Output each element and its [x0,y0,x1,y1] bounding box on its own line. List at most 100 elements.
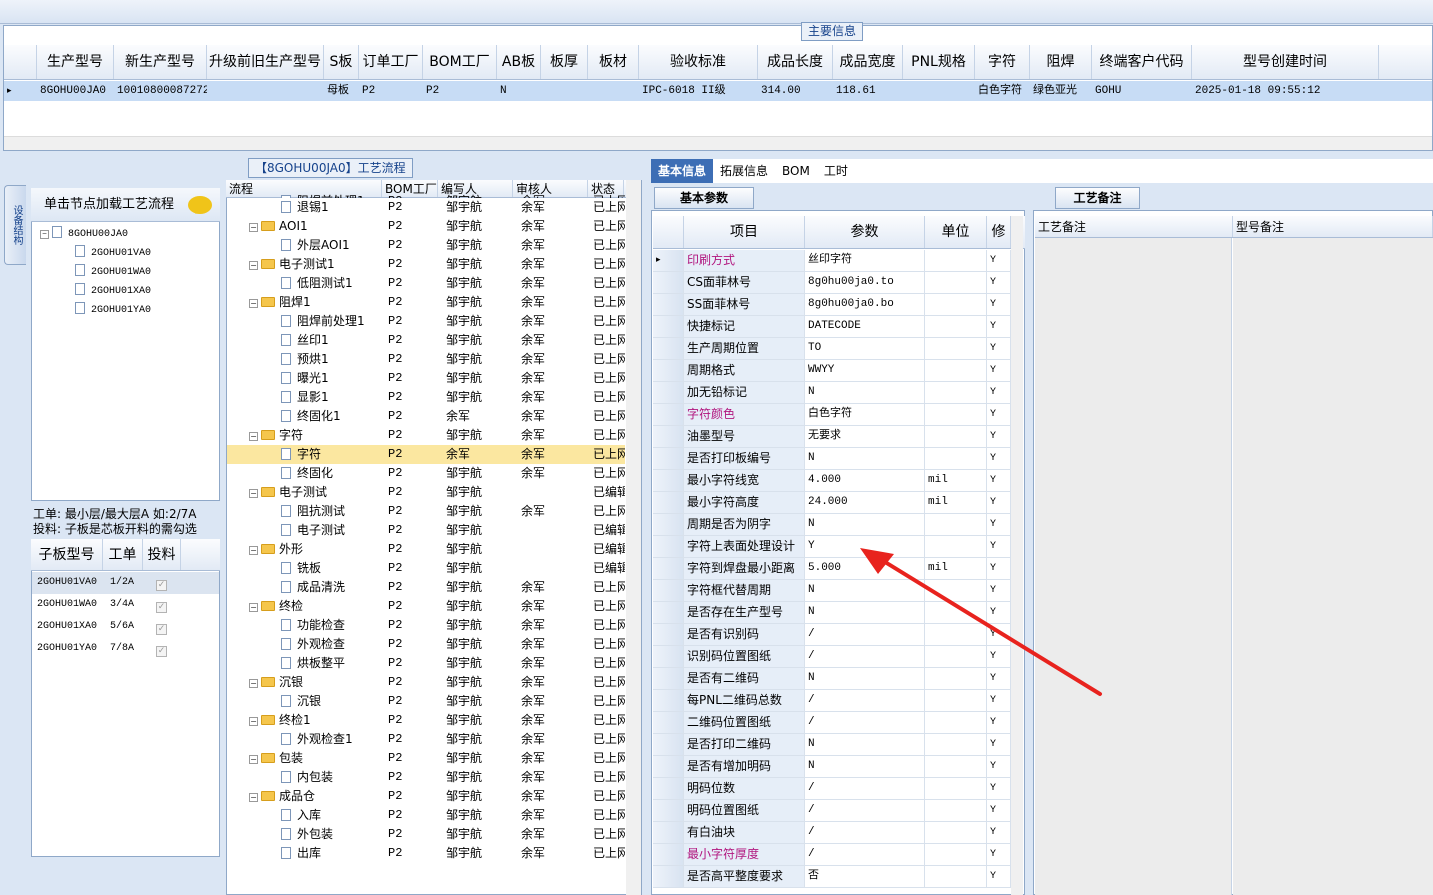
main-col-header[interactable]: 成品宽度 [833,45,903,79]
collapse-icon[interactable]: − [249,603,258,612]
main-col-header[interactable]: 订单工厂 [359,45,423,79]
sub-feed-cell[interactable]: ✓ [144,572,182,594]
chat-bubble-icon[interactable] [188,196,212,214]
param-row[interactable]: 明码位置图纸 / Y [653,800,1011,822]
process-row[interactable]: − 字符 P2 邹宇航 余军 已上网 [227,426,625,445]
param-row[interactable]: 油墨型号 无要求 Y [653,426,1011,448]
main-col-header[interactable]: 型号创建时间 [1192,45,1379,79]
main-cell[interactable]: P2 [423,81,497,101]
sub-table-row[interactable]: 2GOHU01YA0 7/8A ✓ [32,638,219,660]
main-cell[interactable]: 母板 [324,81,359,101]
collapse-icon[interactable]: − [249,299,258,308]
process-row[interactable]: 成品清洗 P2 邹宇航 余军 已上网 [227,578,625,597]
sub-col-header[interactable]: 子板型号 [31,539,103,570]
param-row[interactable]: ▸ 印刷方式 丝印字符 Y [653,250,1011,272]
param-col-header[interactable]: 修 [987,216,1011,248]
param-value-cell[interactable]: N [805,382,925,403]
process-row[interactable]: 字符 P2 余军 余军 已上网 [227,445,625,464]
param-value-cell[interactable]: / [805,800,925,821]
param-value-cell[interactable]: N [805,514,925,535]
main-cell[interactable] [207,81,324,101]
main-col-header[interactable]: 阻焊 [1030,45,1092,79]
param-value-cell[interactable]: 24.000 [805,492,925,513]
param-col-header[interactable]: 参数 [805,216,925,248]
sub-col-header[interactable]: 工单 [103,539,143,570]
sub-table-row[interactable]: 2GOHU01WA0 3/4A ✓ [32,594,219,616]
process-row[interactable]: − 终检 P2 邹宇航 余军 已上网 [227,597,625,616]
main-col-header[interactable]: 板材 [588,45,639,79]
tree-node-label[interactable]: 8GOHU00JA0 [68,229,128,240]
collapse-icon[interactable]: − [249,223,258,232]
param-row[interactable]: 生产周期位置 TO Y [653,338,1011,360]
tree-node-label[interactable]: 2GOHU01XA0 [91,286,151,297]
right-tab[interactable]: 工时 [817,159,855,183]
param-value-cell[interactable]: 否 [805,866,925,887]
main-cell[interactable]: 白色字符 [975,81,1030,101]
process-row[interactable]: 外观检查1 P2 邹宇航 余军 已上网 [227,730,625,749]
horizontal-scrollbar[interactable] [4,136,1432,150]
main-table-row[interactable]: ▸ 8GOHU00JA0 10010800087272 母板 P2 P2 N IPC-6018… [4,81,1432,101]
param-value-cell[interactable]: 无要求 [805,426,925,447]
param-row[interactable]: 周期是否为阴字 N Y [653,514,1011,536]
main-cell[interactable] [541,81,588,101]
collapse-icon[interactable]: − [249,489,258,498]
param-row[interactable]: 是否打印板编号 N Y [653,448,1011,470]
process-flow-title[interactable]: 【8GOHU00JA0】工艺流程 [248,158,413,178]
param-col-header[interactable]: 项目 [684,216,805,248]
process-row[interactable]: − 外形 P2 邹宇航 已编辑 [227,540,625,559]
remarks-tab[interactable]: 工艺备注 [1055,187,1140,209]
process-row[interactable]: 丝印1 P2 邹宇航 余军 已上网 [227,331,625,350]
param-row[interactable]: 有白油块 / Y [653,822,1011,844]
right-tab[interactable]: 基本信息 [651,159,714,183]
sub-feed-cell[interactable]: ✓ [144,616,182,638]
param-value-cell[interactable]: 白色字符 [805,404,925,425]
right-tab[interactable]: BOM [775,159,817,183]
tree-node-label[interactable]: 2GOHU01YA0 [91,305,151,316]
feed-checkbox[interactable]: ✓ [156,602,167,613]
param-row[interactable]: 最小字符厚度 / Y [653,844,1011,866]
main-cell[interactable]: 8GOHU00JA0 [37,81,114,101]
param-row[interactable]: 二维码位置图纸 / Y [653,712,1011,734]
main-col-header[interactable]: 新生产型号 [114,45,207,79]
process-row[interactable]: − 电子测试 P2 邹宇航 已编辑 [227,483,625,502]
process-row[interactable]: − 电子测试1 P2 邹宇航 余军 已上网 [227,255,625,274]
process-row[interactable]: 阻焊前处理1 P2 邹宇航 余军 已上网 [227,312,625,331]
process-row[interactable]: 终固化 P2 邹宇航 余军 已上网 [227,464,625,483]
process-row[interactable]: 低阻测试1 P2 邹宇航 余军 已上网 [227,274,625,293]
param-value-cell[interactable]: N [805,448,925,469]
param-value-cell[interactable]: N [805,734,925,755]
right-tab[interactable]: 拓展信息 [713,159,775,183]
param-row[interactable]: 快捷标记 DATECODE Y [653,316,1011,338]
main-cell[interactable]: N [497,81,541,101]
process-row[interactable]: 内包装 P2 邹宇航 余军 已上网 [227,768,625,787]
param-value-cell[interactable]: WWYY [805,360,925,381]
main-col-header[interactable]: S板 [324,45,359,79]
param-value-cell[interactable]: / [805,712,925,733]
main-info-tab[interactable]: 主要信息 [801,22,864,41]
process-row[interactable]: − 沉银 P2 邹宇航 余军 已上网 [227,673,625,692]
tree-node-label[interactable]: 2GOHU01VA0 [91,248,151,259]
param-row[interactable]: 最小字符高度 24.000 mil Y [653,492,1011,514]
process-row[interactable]: 终固化1 P2 余军 余军 已上网 [227,407,625,426]
process-row[interactable]: − 成品仓 P2 邹宇航 余军 已上网 [227,787,625,806]
process-row[interactable]: 阻抗测试 P2 邹宇航 余军 已上网 [227,502,625,521]
main-cell[interactable]: 绿色亚光 [1030,81,1092,101]
param-value-cell[interactable]: / [805,844,925,865]
param-value-cell[interactable]: / [805,822,925,843]
feed-checkbox[interactable]: ✓ [156,646,167,657]
tree-node-label[interactable]: 2GOHU01WA0 [91,267,151,278]
main-cell[interactable] [588,81,639,101]
main-col-header[interactable]: 终端客户代码 [1092,45,1192,79]
collapse-icon[interactable]: − [249,679,258,688]
param-value-cell[interactable]: N [805,756,925,777]
main-cell[interactable]: GOHU [1092,81,1192,101]
param-row[interactable]: 明码位数 / Y [653,778,1011,800]
main-col-header[interactable]: AB板 [497,45,541,79]
side-tab-equipment[interactable]: 设备结构 [4,185,26,265]
collapse-icon[interactable]: − [249,793,258,802]
main-col-header[interactable]: 验收标准 [639,45,758,79]
main-cell[interactable]: 10010800087272 [114,81,207,101]
model-remarks-field[interactable] [1233,238,1433,895]
process-row[interactable]: 预烘1 P2 邹宇航 余军 已上网 [227,350,625,369]
tree-node[interactable]: 2GOHU01XA0 [75,283,151,297]
